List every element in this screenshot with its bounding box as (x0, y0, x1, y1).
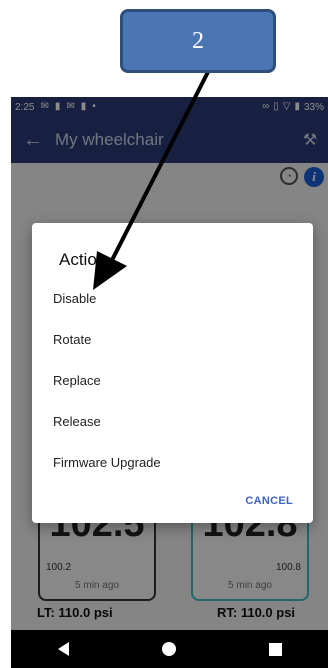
menu-item-rotate[interactable]: Rotate (32, 320, 313, 358)
step-callout: 2 (120, 9, 276, 73)
menu-item-disable[interactable]: Disable (32, 279, 313, 317)
menu-item-release[interactable]: Release (32, 402, 313, 440)
menu-item-firmware-upgrade[interactable]: Firmware Upgrade (32, 443, 313, 481)
nav-home-icon[interactable] (161, 642, 176, 656)
action-dialog: Action Disable Rotate Replace Release Fi… (32, 223, 313, 523)
menu-item-replace[interactable]: Replace (32, 361, 313, 399)
dialog-title: Action (59, 250, 107, 269)
step-number: 2 (192, 27, 204, 54)
nav-recents-icon[interactable] (268, 642, 282, 656)
phone-screen: 2:25 ✉ ▮ ✉ ▮ • ∞ ▯ ▽ ▮ 33% ← My wheelcha… (11, 97, 328, 668)
system-nav-bar (11, 630, 328, 668)
cancel-button[interactable]: CANCEL (245, 495, 293, 507)
nav-back-icon[interactable] (57, 642, 69, 656)
screenshot: 2 2:25 ✉ ▮ ✉ ▮ • ∞ ▯ ▽ ▮ 33% ← My wheelc… (0, 0, 328, 668)
